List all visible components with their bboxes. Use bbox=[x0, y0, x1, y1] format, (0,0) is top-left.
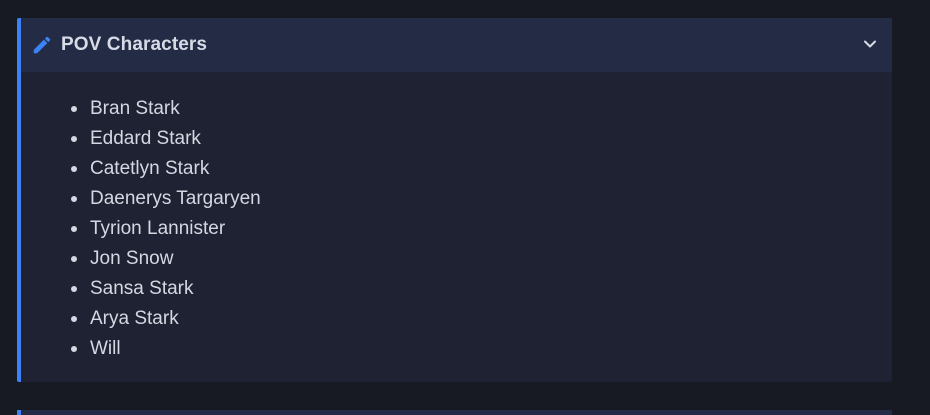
panel-title: POV Characters bbox=[61, 34, 208, 55]
list-item: Catetlyn Stark bbox=[71, 154, 261, 184]
list-item: Will bbox=[71, 334, 261, 364]
list-item-label: Tyrion Lannister bbox=[90, 218, 226, 239]
panel-header[interactable]: POV Characters bbox=[21, 18, 892, 72]
character-list: Bran Stark Eddard Stark Catetlyn Stark D… bbox=[71, 94, 261, 364]
list-item: Eddard Stark bbox=[71, 124, 261, 154]
chevron-down-icon[interactable] bbox=[863, 37, 877, 51]
list-item: Jon Snow bbox=[71, 244, 261, 274]
next-panel-edge bbox=[17, 410, 892, 415]
list-item: Bran Stark bbox=[71, 94, 261, 124]
bullet-icon bbox=[71, 346, 77, 352]
bullet-icon bbox=[71, 256, 77, 262]
list-item: Daenerys Targaryen bbox=[71, 184, 261, 214]
list-item-label: Bran Stark bbox=[90, 98, 180, 119]
bullet-icon bbox=[71, 226, 77, 232]
list-item-label: Eddard Stark bbox=[90, 128, 201, 149]
list-item-label: Daenerys Targaryen bbox=[90, 188, 261, 209]
bullet-icon bbox=[71, 106, 77, 112]
list-item-label: Arya Stark bbox=[90, 308, 179, 329]
bullet-icon bbox=[71, 166, 77, 172]
bullet-icon bbox=[71, 286, 77, 292]
list-item: Sansa Stark bbox=[71, 274, 261, 304]
bullet-icon bbox=[71, 136, 77, 142]
list-item: Tyrion Lannister bbox=[71, 214, 261, 244]
bullet-icon bbox=[71, 196, 77, 202]
list-item-label: Catetlyn Stark bbox=[90, 158, 210, 179]
list-item-label: Will bbox=[90, 338, 121, 359]
list-item: Arya Stark bbox=[71, 304, 261, 334]
pov-characters-panel: POV Characters Bran Stark Eddard Stark C… bbox=[17, 18, 892, 382]
list-item-label: Sansa Stark bbox=[90, 278, 194, 299]
pencil-icon bbox=[33, 36, 51, 54]
list-item-label: Jon Snow bbox=[90, 248, 174, 269]
bullet-icon bbox=[71, 316, 77, 322]
